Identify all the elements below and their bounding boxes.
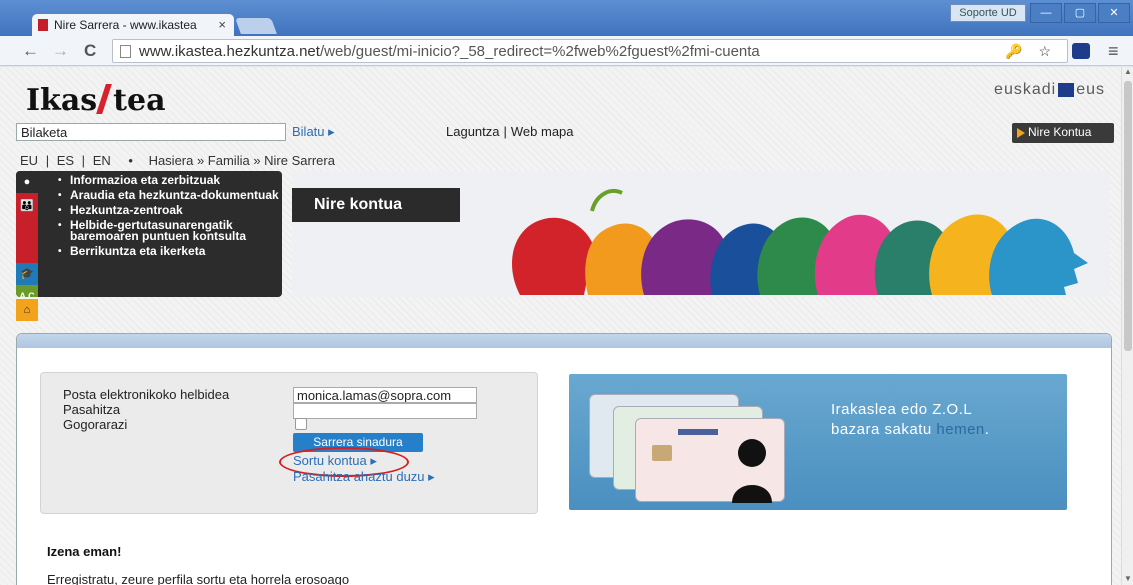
password-field[interactable] — [293, 403, 477, 419]
side-menu-extra-icons: ⌂ — [16, 299, 38, 321]
menu-item-schools[interactable]: Hezkuntza-zentroak — [58, 204, 282, 216]
page-scrollbar[interactable]: ▲ ▼ — [1121, 67, 1133, 585]
maximize-button[interactable]: ▢ — [1064, 3, 1096, 23]
teacher-text-line1: Irakaslea edo Z.O.L — [831, 401, 973, 418]
lang-en[interactable]: EN — [93, 153, 111, 168]
menu-item-information[interactable]: Informazioa eta zerbitzuak — [58, 174, 282, 186]
lang-eu[interactable]: EU — [20, 153, 38, 168]
euskadi-logo[interactable]: euskadi eus — [994, 81, 1105, 99]
logo-text-left: Ikas — [26, 83, 98, 118]
help-links: Laguntza | Web mapa — [446, 124, 574, 139]
register-text: Erregistratu, zeure perfila sortu eta ho… — [47, 572, 350, 585]
browser-titlebar: Nire Sarrera - www.ikastea × Soporte UD … — [0, 0, 1133, 36]
here-link[interactable]: hemen — [936, 421, 984, 438]
family-icon[interactable]: 👪 — [16, 193, 38, 233]
teacher-text-line2: bazara sakatu — [831, 421, 932, 438]
login-form: Posta elektronikoko helbidea Pasahitza G… — [40, 372, 538, 514]
section-header-bar — [17, 334, 1111, 348]
logo-slash — [96, 84, 113, 114]
breadcrumb: EU | ES | EN • Hasiera » Familia » Nire … — [20, 153, 339, 168]
menu-item-innovation[interactable]: Berrikuntza eta ikerketa — [58, 245, 282, 257]
hero-banner: Nire kontua — [292, 171, 1110, 297]
menu-icon[interactable]: ≡ — [1108, 41, 1119, 62]
teacher-text-end: . — [984, 421, 990, 438]
bullet: • — [128, 153, 133, 168]
register-title: Izena eman! — [47, 544, 122, 559]
top-search-row: Bilatu ▸ Laguntza|Web mapa Nire Kontua — [16, 123, 1114, 143]
page-viewport: Ikastea euskadieus Bilatu ▸ Laguntza|Web… — [0, 67, 1121, 585]
url-host: www.ikastea.hezkuntza.net — [139, 43, 320, 60]
teacher-access-panel[interactable]: Irakaslea edo Z.O.L bazara sakatu hemen. — [569, 374, 1067, 510]
lang-separator: | — [45, 153, 50, 168]
remember-label: Gogorarazi — [63, 417, 128, 432]
forward-arrow-icon[interactable]: → — [52, 41, 69, 61]
circle-icon: ● — [16, 171, 38, 193]
my-account-label: Nire Kontua — [1028, 125, 1092, 139]
password-label: Pasahitza — [63, 402, 121, 417]
euskadi-square-icon — [1058, 82, 1075, 97]
logo-text-right: tea — [113, 83, 166, 118]
remember-checkbox[interactable] — [295, 418, 307, 430]
menu-item-regulations[interactable]: Araudia eta hezkuntza-dokumentuak — [58, 189, 282, 201]
id-card-icon — [635, 418, 785, 503]
person-silhouette-icon — [652, 429, 772, 503]
close-window-button[interactable]: ✕ — [1098, 3, 1130, 23]
site-logo[interactable]: Ikas tea — [26, 83, 166, 118]
url-path: /web/guest/mi-inicio?_58_redirect=%2fweb… — [319, 43, 760, 60]
scroll-down-icon[interactable]: ▼ — [1124, 574, 1132, 583]
search-input[interactable] — [16, 123, 286, 141]
address-bar[interactable]: www.ikastea.hezkuntza.net/web/guest/mi-i… — [112, 39, 1068, 63]
tab-title: Nire Sarrera - www.ikastea — [54, 18, 197, 32]
side-menu: ● 👪 🎓 A C Informazioa eta zerbitzuak Ara… — [16, 171, 282, 297]
side-menu-icons: ● 👪 🎓 A C — [16, 171, 38, 297]
eus-text: eus — [1076, 81, 1105, 98]
side-menu-items: Informazioa eta zerbitzuak Araudia eta h… — [58, 174, 282, 261]
breadcrumb-path[interactable]: Hasiera » Familia » Nire Sarrera — [149, 153, 335, 168]
favicon-icon — [38, 19, 48, 31]
graduation-cap-icon[interactable]: 🎓 — [16, 263, 38, 285]
banner-title: Nire kontua — [292, 188, 460, 222]
sitemap-link[interactable]: Web mapa — [511, 124, 574, 139]
tab-close-icon[interactable]: × — [218, 17, 226, 32]
minimize-button[interactable]: — — [1030, 3, 1062, 23]
lang-es[interactable]: ES — [57, 153, 74, 168]
new-tab-button[interactable] — [235, 18, 277, 34]
search-button[interactable]: Bilatu ▸ — [292, 124, 335, 140]
red-block-icon — [16, 233, 38, 263]
scrollbar-thumb[interactable] — [1124, 81, 1132, 351]
bookmark-star-icon[interactable]: 🔑 ☆ — [1005, 43, 1057, 60]
abc-icon[interactable]: A C — [16, 285, 38, 297]
teacher-access-text: Irakaslea edo Z.O.L bazara sakatu hemen. — [831, 400, 1051, 440]
email-field[interactable] — [293, 387, 477, 403]
forgot-password-link[interactable]: Pasahitza ahaztu duzu ▸ — [293, 469, 435, 485]
login-section: Posta elektronikoko helbidea Pasahitza G… — [16, 333, 1112, 585]
my-account-button[interactable]: Nire Kontua — [1012, 123, 1114, 143]
museum-icon[interactable]: ⌂ — [16, 299, 38, 321]
browser-toolbar: ← → C www.ikastea.hezkuntza.net/web/gues… — [0, 36, 1133, 66]
lang-separator: | — [81, 153, 86, 168]
arrow-right-icon — [1017, 128, 1025, 138]
browser-tab[interactable]: Nire Sarrera - www.ikastea × — [32, 14, 234, 36]
menu-item-proximity[interactable]: Helbide-gertutasunarengatik baremoaren p… — [58, 219, 282, 242]
help-link[interactable]: Laguntza — [446, 124, 500, 139]
reload-icon[interactable]: C — [84, 41, 96, 61]
scroll-up-icon[interactable]: ▲ — [1124, 67, 1132, 76]
email-label: Posta elektronikoko helbidea — [63, 387, 230, 402]
page-icon — [120, 45, 131, 58]
back-arrow-icon[interactable]: ← — [22, 41, 39, 61]
profile-button[interactable]: Soporte UD — [950, 4, 1026, 22]
euskadi-text: euskadi — [994, 81, 1057, 98]
extension-icon[interactable] — [1072, 43, 1090, 59]
